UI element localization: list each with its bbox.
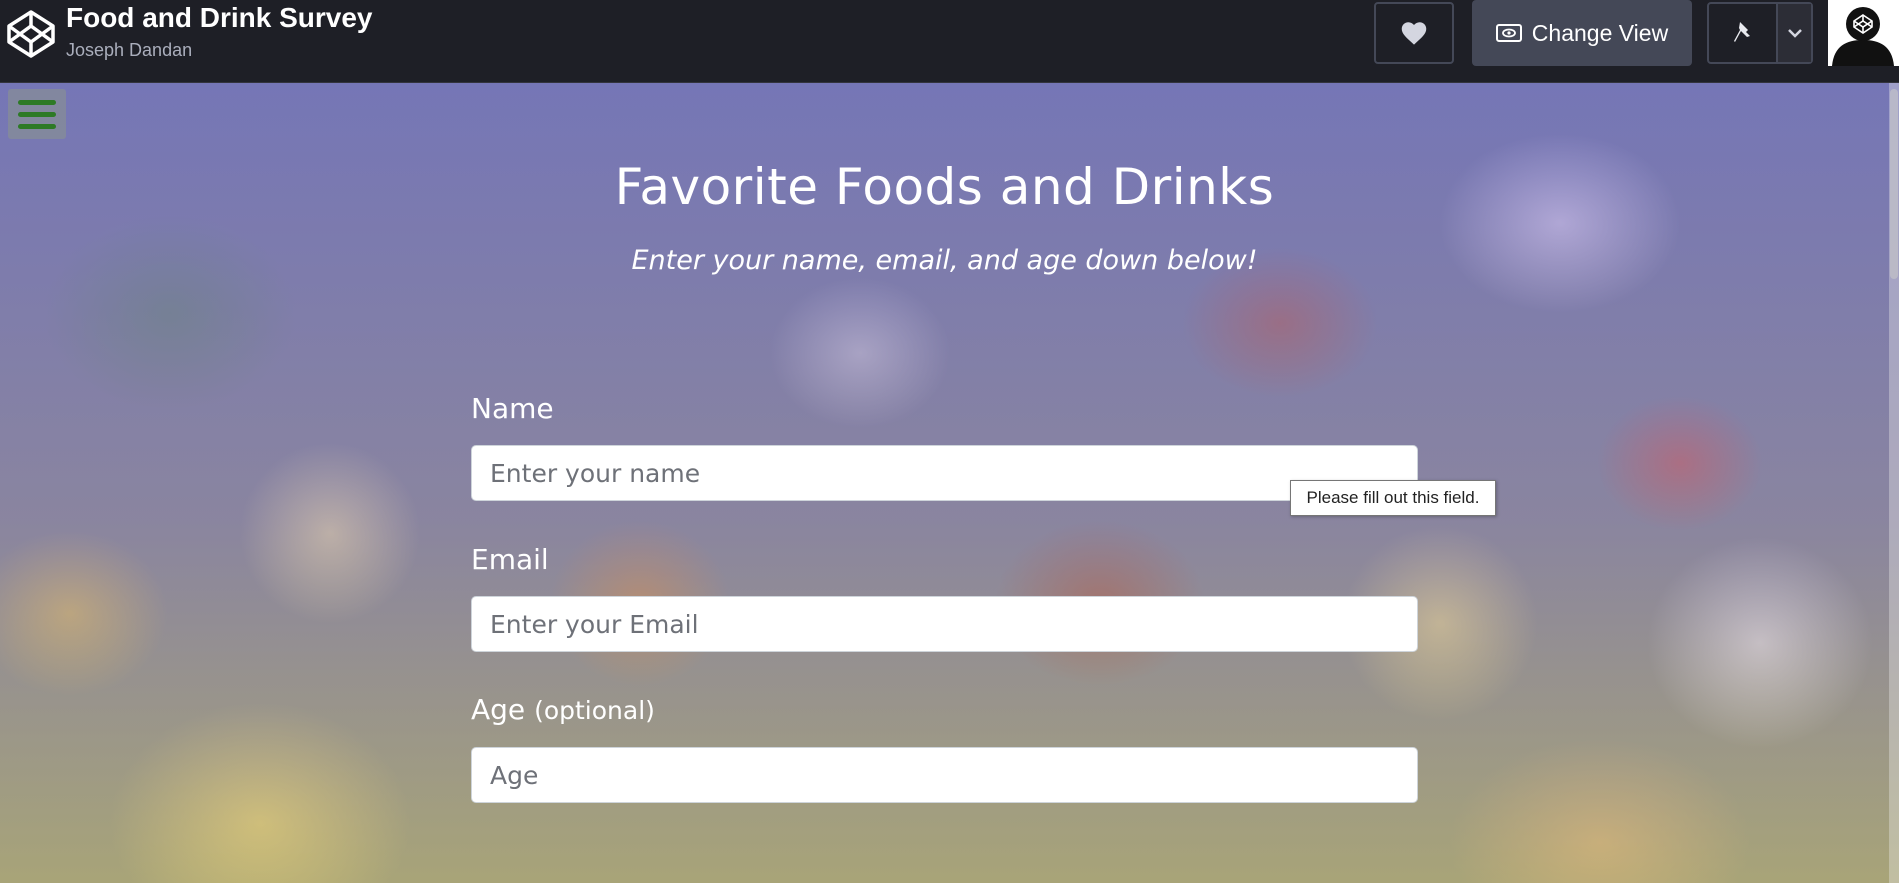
change-view-label: Change View bbox=[1531, 19, 1669, 46]
pin-icon bbox=[1733, 22, 1750, 42]
email-label: Email bbox=[471, 543, 549, 576]
user-avatar-icon[interactable] bbox=[1828, 0, 1899, 66]
age-optional-text: (optional) bbox=[534, 696, 655, 725]
name-label: Name bbox=[471, 392, 554, 425]
age-label: Age (optional) bbox=[471, 692, 655, 729]
age-input[interactable] bbox=[471, 747, 1418, 803]
scrollbar-thumb[interactable] bbox=[1890, 89, 1898, 279]
preview-frame: Favorite Foods and Drinks Enter your nam… bbox=[0, 83, 1899, 883]
pin-button[interactable] bbox=[1709, 4, 1779, 62]
name-input[interactable] bbox=[471, 445, 1418, 501]
codepen-logo-icon[interactable] bbox=[6, 9, 56, 59]
eye-icon bbox=[1495, 24, 1522, 42]
pin-button-group bbox=[1707, 2, 1813, 64]
editor-header: Food and Drink Survey Joseph Dandan Chan… bbox=[0, 0, 1899, 83]
validation-tooltip: Please fill out this field. bbox=[1290, 480, 1496, 516]
pen-title[interactable]: Food and Drink Survey bbox=[66, 0, 373, 36]
survey-title: Favorite Foods and Drinks bbox=[614, 158, 1275, 216]
change-view-button[interactable]: Change View bbox=[1472, 0, 1692, 66]
love-button[interactable] bbox=[1374, 2, 1454, 64]
age-label-text: Age bbox=[471, 693, 526, 726]
email-input[interactable] bbox=[471, 596, 1418, 652]
survey-description: Enter your name, email, and age down bel… bbox=[631, 245, 1258, 276]
preview-scrollbar[interactable] bbox=[1889, 83, 1899, 883]
pin-dropdown-button[interactable] bbox=[1778, 4, 1811, 62]
heart-icon bbox=[1401, 22, 1427, 45]
chevron-down-icon bbox=[1787, 29, 1802, 38]
pen-author[interactable]: Joseph Dandan bbox=[66, 38, 192, 62]
hamburger-menu-icon[interactable] bbox=[8, 89, 66, 139]
